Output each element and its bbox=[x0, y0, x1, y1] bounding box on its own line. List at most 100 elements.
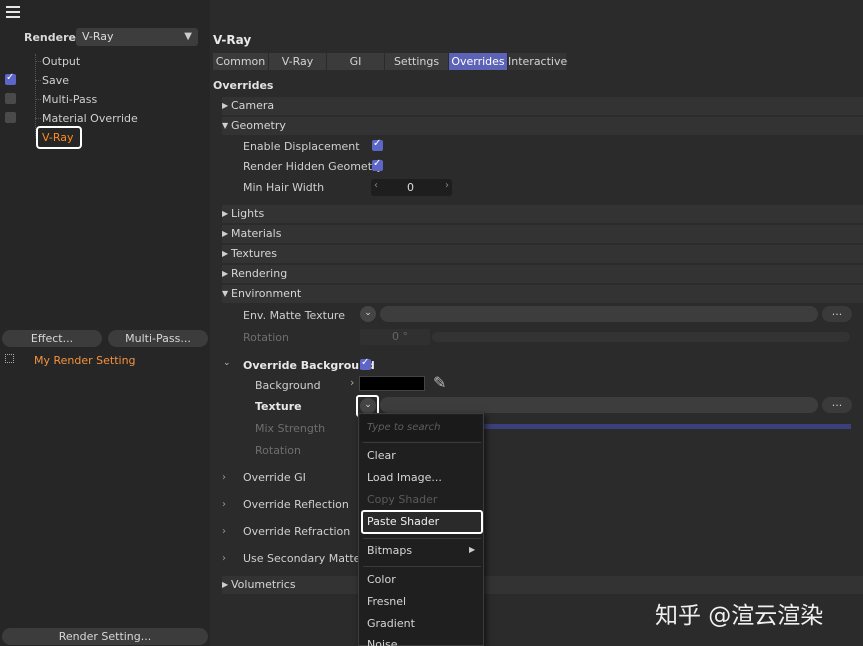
menu-item-clear[interactable]: Clear bbox=[367, 449, 396, 462]
chevron-right-icon[interactable]: › bbox=[350, 376, 354, 389]
texture-label: Texture bbox=[255, 400, 302, 413]
render-setting-button[interactable]: Render Setting... bbox=[2, 628, 208, 645]
triangle-right-icon: ▶ bbox=[222, 580, 229, 589]
override-background-label: Override Background bbox=[243, 359, 375, 372]
tab-vray[interactable]: V-Ray bbox=[269, 53, 326, 70]
menu-search-input[interactable]: Type to search bbox=[360, 415, 482, 441]
enable-displacement-checkbox[interactable] bbox=[372, 138, 383, 151]
texture-more-button[interactable]: ... bbox=[822, 397, 852, 413]
menu-item-gradient[interactable]: Gradient bbox=[367, 617, 415, 630]
group-camera[interactable]: ▶ Camera bbox=[222, 97, 863, 115]
group-lights[interactable]: ▶ Lights bbox=[222, 205, 863, 223]
group-geometry[interactable]: ▼ Geometry bbox=[222, 117, 863, 135]
render-hidden-geometry-checkbox[interactable] bbox=[372, 158, 383, 171]
min-hair-width-value: 0 bbox=[407, 181, 414, 194]
use-secondary-matte-row[interactable]: › Use Secondary Matte bbox=[222, 548, 863, 570]
tab-settings[interactable]: Settings bbox=[385, 53, 448, 70]
environment-rotation-value: 0 ° bbox=[392, 330, 408, 343]
group-environment[interactable]: ▼ Environment bbox=[222, 285, 863, 303]
min-hair-width-field[interactable]: ‹ 0 › bbox=[371, 179, 452, 196]
menu-item-load-image[interactable]: Load Image... bbox=[367, 471, 442, 484]
renderer-value: V-Ray bbox=[82, 30, 114, 43]
mix-strength-slider[interactable] bbox=[480, 424, 851, 429]
menu-item-fresnel[interactable]: Fresnel bbox=[367, 595, 406, 608]
group-volumetrics[interactable]: ▶ Volumetrics bbox=[222, 576, 863, 594]
override-gi-label: Override GI bbox=[243, 471, 306, 484]
watermark: 知乎 @渲云渲染 bbox=[655, 603, 824, 629]
menu-item-bitmaps[interactable]: Bitmaps bbox=[367, 544, 412, 557]
triangle-down-icon: ▼ bbox=[222, 121, 229, 130]
hamburger-menu-icon[interactable] bbox=[6, 6, 20, 18]
triangle-right-icon: ▶ bbox=[222, 101, 229, 110]
chevron-down-icon[interactable]: ⌄ bbox=[223, 358, 231, 368]
group-rendering[interactable]: ▶ Rendering bbox=[222, 265, 863, 283]
use-secondary-matte-label: Use Secondary Matte bbox=[243, 552, 361, 565]
chevron-right-icon: › bbox=[222, 472, 226, 483]
tab-common[interactable]: Common bbox=[213, 53, 268, 70]
multipass-checkbox[interactable] bbox=[5, 93, 16, 104]
tree-tick bbox=[35, 80, 41, 81]
submenu-arrow-icon: ▶ bbox=[469, 545, 476, 554]
section-title: Overrides bbox=[213, 79, 274, 92]
effect-button[interactable]: Effect... bbox=[2, 330, 102, 347]
group-materials[interactable]: ▶ Materials bbox=[222, 225, 863, 243]
mix-strength-label: Mix Strength bbox=[255, 422, 326, 435]
override-refraction-row[interactable]: › Override Refraction bbox=[222, 521, 863, 543]
render-setting-item[interactable]: My Render Setting bbox=[34, 354, 136, 367]
env-matte-more-button[interactable]: ... bbox=[822, 306, 852, 322]
triangle-right-icon: ▶ bbox=[222, 249, 229, 258]
increment-icon[interactable]: › bbox=[445, 180, 449, 191]
menu-item-copy-shader: Copy Shader bbox=[367, 493, 438, 506]
group-textures[interactable]: ▶ Textures bbox=[222, 245, 863, 263]
environment-rotation-slider[interactable] bbox=[432, 332, 850, 342]
env-matte-texture-field[interactable] bbox=[380, 306, 818, 322]
tab-gi[interactable]: GI bbox=[327, 53, 384, 70]
texture-field[interactable] bbox=[380, 397, 818, 413]
multipass-button[interactable]: Multi-Pass... bbox=[108, 330, 208, 347]
renderer-dropdown[interactable]: V-Ray ▼ bbox=[76, 28, 198, 46]
tree-item-output[interactable]: Output bbox=[42, 55, 80, 68]
tab-interactive[interactable]: Interactive bbox=[508, 53, 567, 70]
tree-item-material-override[interactable]: Material Override bbox=[42, 112, 138, 125]
override-gi-row[interactable]: › Override GI bbox=[222, 467, 863, 489]
background-rotation-label: Rotation bbox=[255, 444, 302, 457]
override-refraction-label: Override Refraction bbox=[243, 525, 351, 538]
min-hair-width-label: Min Hair Width bbox=[243, 181, 325, 194]
save-checkbox[interactable] bbox=[5, 72, 16, 85]
menu-item-paste-shader[interactable]: Paste Shader bbox=[367, 515, 439, 528]
render-hidden-geometry-label: Render Hidden Geometry bbox=[243, 160, 384, 173]
chevron-down-icon: ▼ bbox=[184, 31, 192, 42]
tree-item-vray[interactable]: V-Ray bbox=[42, 131, 74, 144]
menu-divider bbox=[363, 442, 481, 443]
override-background-checkbox[interactable] bbox=[360, 357, 371, 370]
left-panel: Renderer V-Ray ▼ Output Save Multi-Pass … bbox=[0, 0, 210, 646]
renderer-label: Renderer bbox=[24, 31, 82, 44]
decrement-icon[interactable]: ‹ bbox=[374, 180, 378, 191]
triangle-right-icon: ▶ bbox=[222, 269, 229, 278]
render-setting-icon bbox=[5, 354, 14, 363]
triangle-down-icon: ▼ bbox=[222, 289, 229, 298]
tab-bar: Common V-Ray GI Settings Overrides Inter… bbox=[213, 53, 567, 70]
tab-overrides[interactable]: Overrides bbox=[449, 53, 507, 70]
shader-dropdown-menu: Type to search Clear Load Image... Copy … bbox=[358, 413, 484, 646]
eyedropper-icon[interactable]: ✎ bbox=[433, 373, 446, 392]
env-matte-texture-dropdown[interactable]: ⌄ bbox=[360, 306, 376, 322]
menu-item-noise[interactable]: Noise bbox=[367, 638, 398, 646]
chevron-right-icon: › bbox=[222, 553, 226, 564]
environment-rotation-field[interactable]: 0 ° bbox=[360, 329, 430, 345]
tree-item-multipass[interactable]: Multi-Pass bbox=[42, 93, 97, 106]
tree-item-save[interactable]: Save bbox=[42, 74, 69, 87]
tree-tick bbox=[35, 118, 41, 119]
right-panel: V-Ray Common V-Ray GI Settings Overrides… bbox=[210, 0, 863, 646]
tree-tick bbox=[35, 61, 41, 62]
menu-divider bbox=[363, 566, 481, 567]
material-override-checkbox[interactable] bbox=[5, 112, 16, 123]
group-label: Lights bbox=[231, 207, 265, 220]
triangle-right-icon: ▶ bbox=[222, 209, 229, 218]
group-label: Textures bbox=[231, 247, 277, 260]
enable-displacement-label: Enable Displacement bbox=[243, 140, 360, 153]
override-reflection-row[interactable]: › Override Reflection bbox=[222, 494, 863, 516]
menu-item-color[interactable]: Color bbox=[367, 573, 396, 586]
background-color-swatch[interactable] bbox=[359, 376, 425, 391]
page-title: V-Ray bbox=[213, 33, 252, 47]
